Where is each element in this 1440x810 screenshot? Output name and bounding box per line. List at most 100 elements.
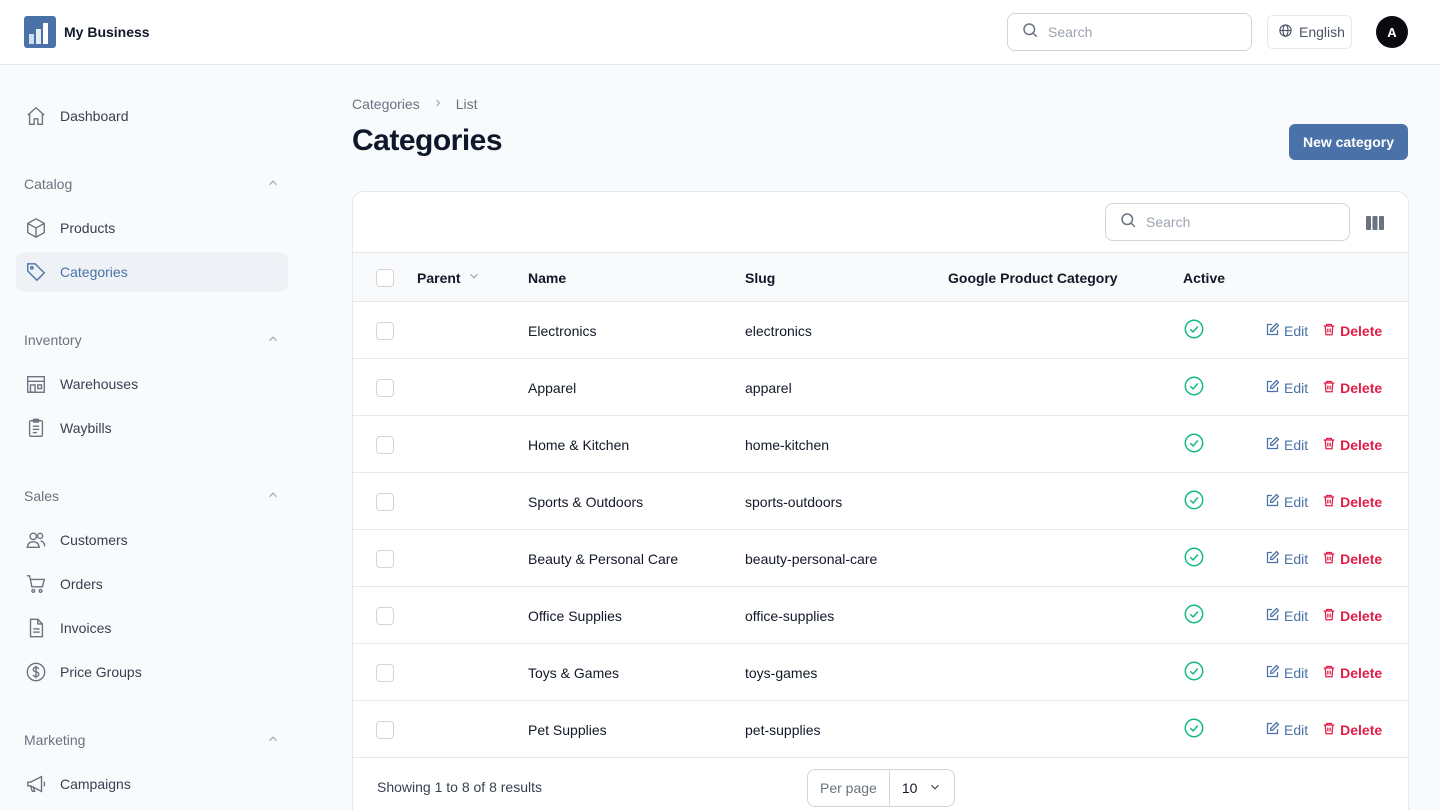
delete-button[interactable]: Delete <box>1322 436 1382 454</box>
delete-button[interactable]: Delete <box>1322 550 1382 568</box>
row-select-cell <box>376 416 394 473</box>
delete-button[interactable]: Delete <box>1322 664 1382 682</box>
cell-active <box>1183 416 1205 473</box>
cell-name: Sports & Outdoors <box>528 493 644 510</box>
cell-slug: sports-outdoors <box>745 493 843 510</box>
edit-button[interactable]: Edit <box>1265 322 1308 340</box>
row-select-cell <box>376 701 394 758</box>
row-checkbox[interactable] <box>376 321 394 340</box>
per-page-label: Per page <box>808 770 890 806</box>
sidebar-item-dashboard[interactable]: Dashboard <box>16 96 288 136</box>
sidebar-group-inventory[interactable]: Inventory <box>24 330 280 350</box>
sidebar-item-campaigns[interactable]: Campaigns <box>16 764 288 804</box>
column-toggle-icon[interactable] <box>1363 211 1387 235</box>
edit-button[interactable]: Edit <box>1265 493 1308 511</box>
cell-active <box>1183 701 1205 758</box>
chevron-down-icon <box>467 269 481 286</box>
edit-icon <box>1265 322 1280 340</box>
cell-active <box>1183 530 1205 587</box>
delete-button[interactable]: Delete <box>1322 379 1382 397</box>
row-select-cell <box>376 530 394 587</box>
edit-label: Edit <box>1284 607 1309 624</box>
edit-icon <box>1265 721 1280 739</box>
edit-button[interactable]: Edit <box>1265 436 1308 454</box>
table-row: Home & Kitchen home-kitchen Edit Delete <box>353 416 1408 473</box>
new-category-button[interactable]: New category <box>1289 124 1408 160</box>
table-search[interactable] <box>1105 203 1350 241</box>
breadcrumb-parent-link[interactable]: Categories <box>352 96 420 112</box>
table-row: Electronics electronics Edit Delete <box>353 302 1408 359</box>
delete-label: Delete <box>1340 664 1383 681</box>
delete-label: Delete <box>1340 436 1383 453</box>
edit-button[interactable]: Edit <box>1265 550 1308 568</box>
sidebar-item-label: Invoices <box>60 620 112 636</box>
cell-actions: Edit Delete <box>1265 587 1382 644</box>
delete-button[interactable]: Delete <box>1322 721 1382 739</box>
sidebar-item-products[interactable]: Products <box>16 208 288 248</box>
per-page-value: 10 <box>901 780 918 796</box>
search-icon <box>1119 211 1137 234</box>
per-page-control: Per page 10 <box>807 769 955 807</box>
edit-icon <box>1265 550 1280 568</box>
row-checkbox[interactable] <box>376 435 394 454</box>
cell-slug: pet-supplies <box>745 721 821 738</box>
sidebar-group-marketing[interactable]: Marketing <box>24 730 280 750</box>
row-checkbox[interactable] <box>376 720 394 739</box>
global-search-input[interactable] <box>1048 24 1228 40</box>
column-header-parent[interactable]: Parent <box>417 253 481 302</box>
top-bar: My Business English A <box>0 0 1440 65</box>
edit-label: Edit <box>1284 322 1309 339</box>
language-switcher[interactable]: English <box>1267 15 1352 49</box>
cell-slug: electronics <box>745 322 812 339</box>
row-checkbox[interactable] <box>376 378 394 397</box>
table-search-input[interactable] <box>1146 214 1326 230</box>
home-icon <box>24 104 48 128</box>
table-toolbar <box>353 192 1408 253</box>
edit-button[interactable]: Edit <box>1265 664 1308 682</box>
delete-button[interactable]: Delete <box>1322 607 1382 625</box>
edit-button[interactable]: Edit <box>1265 379 1308 397</box>
categories-table-card: Parent Name Slug Google Product Category… <box>352 191 1409 810</box>
column-header-active: Active <box>1183 269 1226 286</box>
brand[interactable]: My Business <box>24 16 150 48</box>
row-checkbox[interactable] <box>376 492 394 511</box>
breadcrumb-current: List <box>455 96 478 112</box>
cell-name: Beauty & Personal Care <box>528 550 679 567</box>
row-checkbox[interactable] <box>376 663 394 682</box>
sidebar-item-customers[interactable]: Customers <box>16 520 288 560</box>
cell-actions: Edit Delete <box>1265 473 1382 530</box>
delete-button[interactable]: Delete <box>1322 493 1382 511</box>
sidebar-item-warehouses[interactable]: Warehouses <box>16 364 288 404</box>
delete-label: Delete <box>1340 550 1383 567</box>
cell-actions: Edit Delete <box>1265 359 1382 416</box>
edit-label: Edit <box>1284 550 1309 567</box>
delete-button[interactable]: Delete <box>1322 322 1382 340</box>
trash-icon <box>1322 436 1336 454</box>
cell-name: Apparel <box>528 379 577 396</box>
sidebar-group-sales[interactable]: Sales <box>24 486 280 506</box>
pagination-summary: Showing 1 to 8 of 8 results <box>377 779 542 795</box>
sidebar-item-invoices[interactable]: Invoices <box>16 608 288 648</box>
cell-actions: Edit Delete <box>1265 644 1382 701</box>
edit-icon <box>1265 607 1280 625</box>
sidebar-item-waybills[interactable]: Waybills <box>16 408 288 448</box>
sidebar-item-orders[interactable]: Orders <box>16 564 288 604</box>
edit-button[interactable]: Edit <box>1265 607 1308 625</box>
group-label: Marketing <box>24 732 86 748</box>
sidebar-item-label: Warehouses <box>60 376 139 392</box>
sidebar-item-label: Orders <box>60 576 103 592</box>
sidebar-item-categories[interactable]: Categories <box>16 252 288 292</box>
select-all-checkbox[interactable] <box>376 268 394 287</box>
global-search[interactable] <box>1007 13 1252 51</box>
trash-icon <box>1322 607 1336 625</box>
sidebar-item-price-groups[interactable]: Price Groups <box>16 652 288 692</box>
dollar-circle-icon <box>24 660 48 684</box>
row-select-cell <box>376 359 394 416</box>
row-checkbox[interactable] <box>376 606 394 625</box>
row-checkbox[interactable] <box>376 549 394 568</box>
table-row: Pet Supplies pet-supplies Edit Delete <box>353 701 1408 758</box>
sidebar-group-catalog[interactable]: Catalog <box>24 174 280 194</box>
user-avatar[interactable]: A <box>1376 16 1408 48</box>
edit-button[interactable]: Edit <box>1265 721 1308 739</box>
per-page-select[interactable]: 10 <box>890 780 954 797</box>
